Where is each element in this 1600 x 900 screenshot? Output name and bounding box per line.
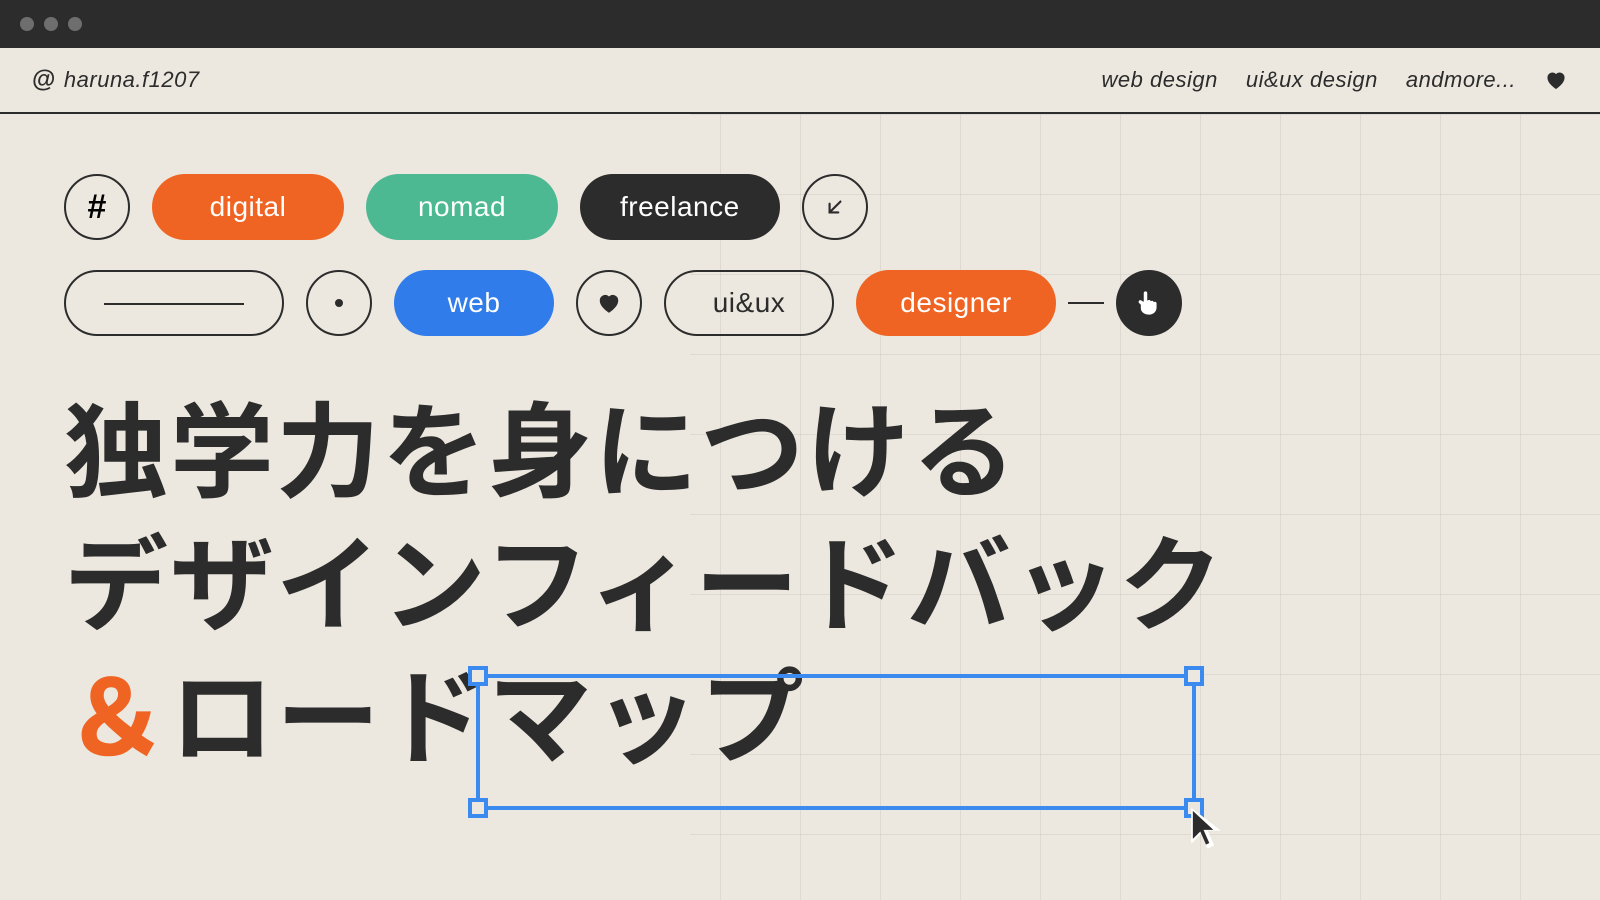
handle-text: haruna.f1207 <box>64 67 200 93</box>
at-symbol: @ <box>32 66 56 94</box>
heart-icon[interactable] <box>1544 68 1568 92</box>
headline-line-3: ＆ロードマップ <box>64 654 1536 787</box>
tag-digital[interactable]: digital <box>152 174 344 240</box>
traffic-light-dot[interactable] <box>20 17 34 31</box>
tag-row-2: web ui&ux designer <box>64 270 1536 336</box>
nav-link-uiux-design[interactable]: ui&ux design <box>1246 67 1378 93</box>
traffic-light-dot[interactable] <box>44 17 58 31</box>
tag-row-1: # digital nomad freelance <box>64 174 1536 240</box>
ampersand: ＆ <box>64 662 170 778</box>
line-chip[interactable] <box>64 270 284 336</box>
nav-link-andmore[interactable]: andmore... <box>1406 67 1516 93</box>
window-titlebar <box>0 0 1600 48</box>
selection-handle-br[interactable] <box>1184 798 1204 818</box>
tag-designer[interactable]: designer <box>856 270 1056 336</box>
headline-line-2a: デザイン <box>64 529 485 645</box>
header-bar: @ haruna.f1207 web design ui&ux design a… <box>0 48 1600 114</box>
headline: 独学力を身につける デザインフィードバック ＆ロードマップ <box>64 388 1536 787</box>
heart-outline-icon[interactable] <box>576 270 642 336</box>
tag-pills: # digital nomad freelance web ui&ux desi… <box>64 174 1536 336</box>
connector-line <box>1068 302 1104 304</box>
hash-chip[interactable]: # <box>64 174 130 240</box>
tag-freelance[interactable]: freelance <box>580 174 780 240</box>
pointer-hand-icon[interactable] <box>1116 270 1182 336</box>
arrow-down-left-icon[interactable] <box>802 174 868 240</box>
headline-line-2b: フィードバック <box>485 529 1225 645</box>
main: # digital nomad freelance web ui&ux desi… <box>0 114 1600 900</box>
headline-line-3b: ロードマップ <box>170 662 806 778</box>
header-nav: web design ui&ux design andmore... <box>1102 67 1568 93</box>
selection-handle-bl[interactable] <box>468 798 488 818</box>
tag-uiux[interactable]: ui&ux <box>664 270 834 336</box>
tag-web[interactable]: web <box>394 270 554 336</box>
nav-link-web-design[interactable]: web design <box>1102 67 1218 93</box>
handle[interactable]: @ haruna.f1207 <box>32 66 200 94</box>
cursor-icon <box>1186 806 1226 857</box>
headline-line-2: デザインフィードバック <box>64 521 1536 654</box>
traffic-light-dot[interactable] <box>68 17 82 31</box>
tag-nomad[interactable]: nomad <box>366 174 558 240</box>
dot-chip[interactable] <box>306 270 372 336</box>
headline-line-1: 独学力を身につける <box>64 388 1536 521</box>
